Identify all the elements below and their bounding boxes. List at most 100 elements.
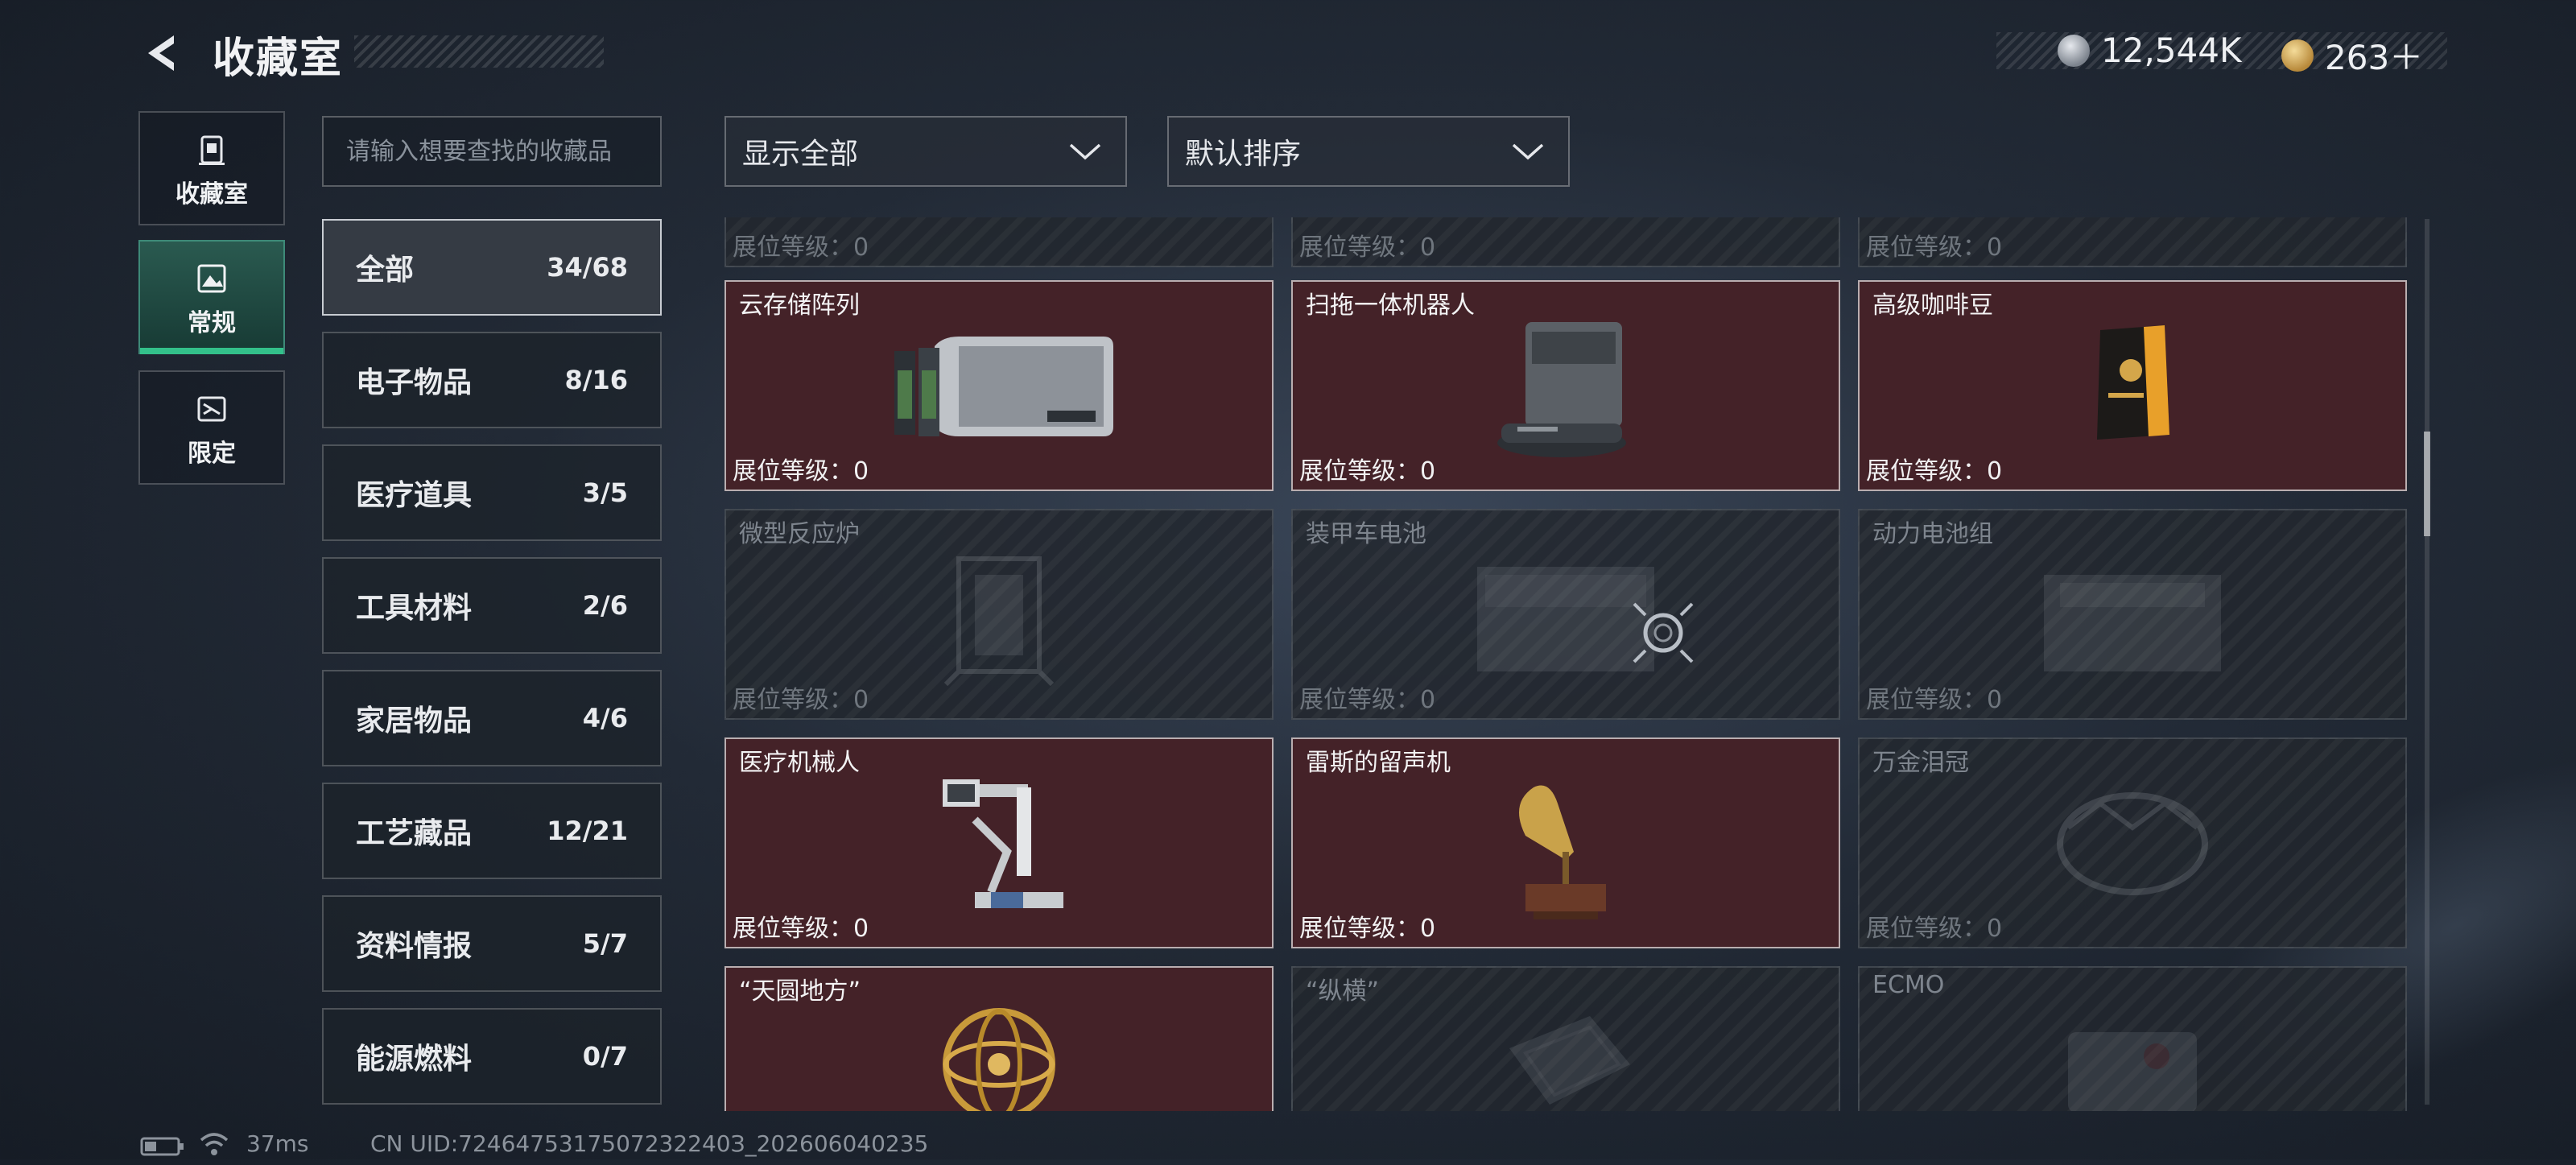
- chevron-down-icon: [1069, 143, 1101, 160]
- category-medical[interactable]: 医疗道具 3/5: [322, 444, 662, 541]
- category-label: 工具材料: [356, 592, 473, 625]
- collection-card[interactable]: 医疗机械人 展位等级：0: [724, 737, 1274, 948]
- gramophone-icon: [1519, 785, 1606, 919]
- item-name: 医疗机械人: [739, 749, 860, 777]
- collection-grid[interactable]: 展位等级：0 展位等级：0 展位等级：0 云存储阵列 展位等级：0 扫拖一体机器…: [724, 217, 2415, 1111]
- collection-card[interactable]: 微型反应炉 展位等级：0: [724, 509, 1274, 720]
- category-label: 能源燃料: [356, 1043, 473, 1076]
- item-name: 万金泪冠: [1872, 749, 1969, 777]
- display-level: 展位等级：0: [1866, 686, 2003, 714]
- item-name: 动力电池组: [1872, 520, 1993, 548]
- display-level: 展位等级：0: [1866, 915, 2003, 943]
- category-crafts[interactable]: 工艺藏品 12/21: [322, 783, 662, 879]
- nav-label: 收藏室: [175, 180, 248, 209]
- display-level: 展位等级：0: [733, 233, 869, 262]
- sort-dropdown[interactable]: 默认排序: [1167, 116, 1570, 187]
- category-label: 家居物品: [356, 704, 473, 737]
- category-all[interactable]: 全部 34/68: [322, 219, 662, 316]
- chess-board-icon: [1509, 1016, 1630, 1105]
- active-indicator: [140, 348, 283, 354]
- display-level: 展位等级：0: [1866, 233, 2003, 262]
- category-energy[interactable]: 能源燃料 0/7: [322, 1008, 662, 1105]
- collection-card[interactable]: 动力电池组 展位等级：0: [1858, 509, 2407, 720]
- wifi-icon: [200, 1133, 229, 1155]
- collection-card[interactable]: 高级咖啡豆 展位等级：0: [1858, 280, 2407, 491]
- title-stripe-decoration: [354, 35, 604, 68]
- item-name: 云存储阵列: [739, 291, 860, 320]
- micro-reactor-icon: [943, 556, 1055, 687]
- category-household[interactable]: 家居物品 4/6: [322, 670, 662, 766]
- gold-currency-value: 263＋: [2325, 38, 2424, 77]
- collection-card[interactable]: 扫拖一体机器人 展位等级：0: [1291, 280, 1840, 491]
- collection-card[interactable]: 装甲车电池 展位等级：0: [1291, 509, 1840, 720]
- item-name: 装甲车电池: [1306, 520, 1426, 548]
- category-label: 全部: [356, 254, 415, 287]
- crown-icon: [2057, 792, 2208, 895]
- category-count: 0/7: [582, 1041, 628, 1072]
- search-box[interactable]: [322, 116, 662, 187]
- item-name: “天圆地方”: [739, 977, 861, 1006]
- nav-label: 常规: [188, 309, 236, 337]
- medical-robot-icon: [943, 779, 1063, 908]
- category-count: 12/21: [547, 816, 628, 846]
- collection-card[interactable]: “天圆地方” 展位等级：0: [724, 966, 1274, 1111]
- display-level: 展位等级：0: [1299, 457, 1436, 485]
- collection-card[interactable]: 万金泪冠 展位等级：0: [1858, 737, 2407, 948]
- display-level: 展位等级：0: [733, 457, 869, 485]
- scrollbar-thumb[interactable]: [2424, 432, 2430, 536]
- item-name: 微型反应炉: [739, 520, 860, 548]
- category-count: 2/6: [582, 590, 628, 621]
- display-level: 展位等级：0: [733, 915, 869, 943]
- display-level: 展位等级：0: [1866, 457, 2003, 485]
- category-count: 8/16: [564, 365, 628, 395]
- category-tools[interactable]: 工具材料 2/6: [322, 557, 662, 654]
- back-arrow-icon[interactable]: [138, 31, 184, 76]
- silver-coin-icon: [2058, 34, 2090, 67]
- scrollbar-track[interactable]: [2425, 219, 2429, 1105]
- category-label: 医疗道具: [356, 479, 473, 512]
- collection-card[interactable]: 展位等级：0: [724, 217, 1274, 267]
- silver-currency: 12,544K: [2058, 31, 2242, 70]
- filter-dropdown[interactable]: 显示全部: [724, 116, 1127, 187]
- item-name: 高级咖啡豆: [1872, 291, 1993, 320]
- ecmo-machine-icon: [2068, 1032, 2197, 1111]
- robot-vacuum-icon: [1497, 322, 1626, 457]
- nav-regular[interactable]: 常规: [138, 240, 285, 354]
- search-input[interactable]: [324, 118, 660, 185]
- battery-icon: [140, 1137, 184, 1156]
- collection-card[interactable]: “纵横” 展位等级：0: [1291, 966, 1840, 1111]
- collection-card[interactable]: ECMO 展位等级：0: [1858, 966, 2407, 1111]
- category-count: 3/5: [582, 477, 628, 508]
- display-level: 展位等级：0: [733, 686, 869, 714]
- item-name: “纵横”: [1306, 977, 1380, 1006]
- server-array-icon: [894, 337, 1113, 436]
- category-label: 资料情报: [356, 930, 473, 963]
- collection-card[interactable]: 云存储阵列 展位等级：0: [724, 280, 1274, 491]
- category-count: 4/6: [582, 703, 628, 733]
- limited-icon: [197, 396, 226, 422]
- silver-currency-value: 12,544K: [2101, 31, 2242, 70]
- category-intel[interactable]: 资料情报 5/7: [322, 895, 662, 992]
- collection-room-icon: [199, 135, 225, 165]
- power-battery-pack-icon: [2044, 575, 2221, 671]
- sort-dropdown-label: 默认排序: [1185, 138, 1302, 171]
- armillary-sphere-icon: [943, 1008, 1055, 1111]
- display-level: 展位等级：0: [1299, 915, 1436, 943]
- item-name: ECMO: [1872, 971, 1945, 999]
- nav-collection-room[interactable]: 收藏室: [138, 111, 285, 225]
- display-level: 展位等级：0: [1299, 233, 1436, 262]
- nav-label: 限定: [188, 440, 236, 468]
- collection-card[interactable]: 雷斯的留声机 展位等级：0: [1291, 737, 1840, 948]
- ping-value: 37ms: [246, 1130, 309, 1157]
- category-count: 34/68: [547, 252, 628, 283]
- category-label: 电子物品: [356, 366, 473, 399]
- nav-limited[interactable]: 限定: [138, 370, 285, 485]
- collection-card[interactable]: 展位等级：0: [1291, 217, 1840, 267]
- item-name: 扫拖一体机器人: [1306, 291, 1475, 320]
- category-electronics[interactable]: 电子物品 8/16: [322, 332, 662, 428]
- category-label: 工艺藏品: [356, 817, 473, 850]
- collection-card[interactable]: 展位等级：0: [1858, 217, 2407, 267]
- regular-icon: [197, 264, 226, 293]
- filter-dropdown-label: 显示全部: [742, 138, 859, 171]
- gold-currency[interactable]: 263＋: [2281, 31, 2423, 80]
